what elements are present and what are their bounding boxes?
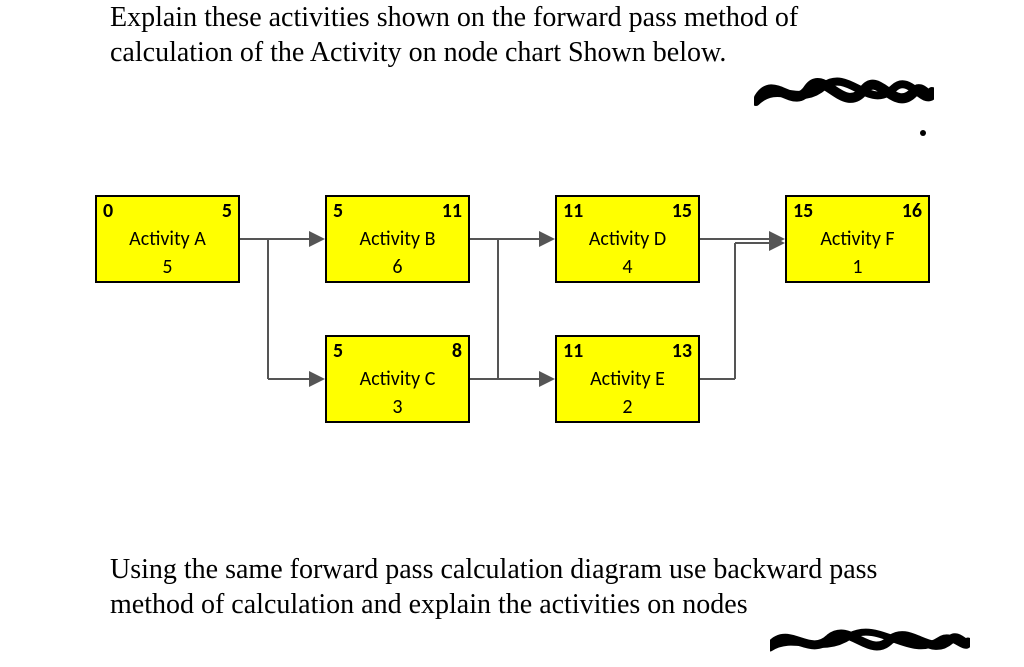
- node-duration: 1: [787, 255, 928, 279]
- redaction-scribble: [754, 68, 934, 118]
- question-text-bottom: Using the same forward pass calculation …: [110, 552, 910, 622]
- node-label: Activity B: [327, 227, 468, 251]
- activity-node-a: 0 5 Activity A 5: [95, 195, 240, 283]
- activity-node-b: 5 11 Activity B 6: [325, 195, 470, 283]
- node-ef: 13: [672, 339, 692, 363]
- node-es: 5: [333, 339, 343, 363]
- node-es: 0: [103, 199, 113, 223]
- node-es: 11: [563, 199, 583, 223]
- redaction-scribble-bottom: [770, 622, 970, 662]
- activity-node-d: 11 15 Activity D 4: [555, 195, 700, 283]
- node-ef: 11: [442, 199, 462, 223]
- node-ef: 8: [452, 339, 462, 363]
- node-duration: 2: [557, 395, 698, 419]
- activity-node-e: 11 13 Activity E 2: [555, 335, 700, 423]
- question-text-top: Explain these activities shown on the fo…: [110, 0, 910, 70]
- node-es: 11: [563, 339, 583, 363]
- node-ef: 5: [222, 199, 232, 223]
- node-duration: 6: [327, 255, 468, 279]
- node-label: Activity A: [97, 227, 238, 251]
- activity-node-f: 15 16 Activity F 1: [785, 195, 930, 283]
- node-label: Activity E: [557, 367, 698, 391]
- node-ef: 16: [902, 199, 922, 223]
- stray-dot: [920, 130, 926, 136]
- node-label: Activity C: [327, 367, 468, 391]
- node-duration: 5: [97, 255, 238, 279]
- node-ef: 15: [672, 199, 692, 223]
- node-duration: 3: [327, 395, 468, 419]
- node-label: Activity D: [557, 227, 698, 251]
- node-es: 15: [793, 199, 813, 223]
- node-es: 5: [333, 199, 343, 223]
- node-duration: 4: [557, 255, 698, 279]
- node-label: Activity F: [787, 227, 928, 251]
- activity-node-c: 5 8 Activity C 3: [325, 335, 470, 423]
